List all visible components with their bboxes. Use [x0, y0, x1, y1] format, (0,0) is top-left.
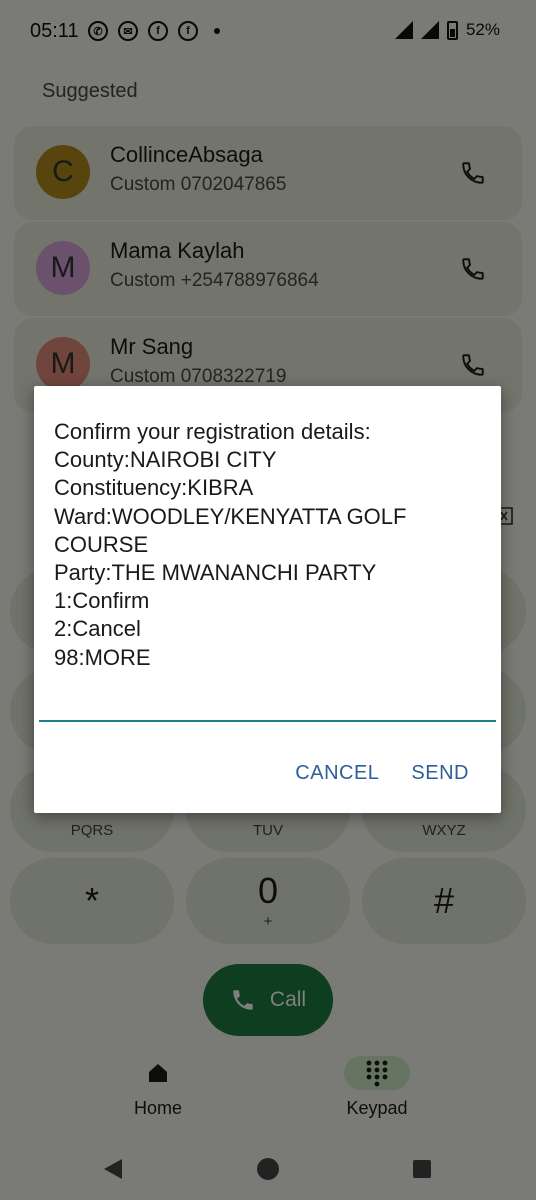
message-line: Constituency:KIBRA [54, 475, 254, 501]
send-button[interactable]: SEND [411, 762, 469, 785]
ussd-reply-input[interactable] [39, 686, 496, 722]
message-line: 1:Confirm [54, 588, 150, 614]
message-line: Party:THE MWANANCHI PARTY [54, 560, 377, 586]
message-line: 2:Cancel [54, 616, 141, 642]
dialog-actions: CANCEL SEND [295, 762, 469, 785]
message-line: County:NAIROBI CITY [54, 447, 277, 473]
message-line: 98:MORE [54, 644, 151, 670]
message-line: Ward:WOODLEY/KENYATTA GOLF [54, 503, 407, 529]
ussd-message: Confirm your registration details: Count… [54, 418, 484, 672]
cancel-button[interactable]: CANCEL [295, 762, 379, 785]
message-line: COURSE [54, 531, 149, 557]
ussd-dialog: Confirm your registration details: Count… [34, 386, 501, 813]
dialer-screen: 05:11 ✆ ✉ f f 52% Suggested C CollinceAb… [0, 0, 536, 1200]
message-line: Confirm your registration details: [54, 419, 371, 444]
